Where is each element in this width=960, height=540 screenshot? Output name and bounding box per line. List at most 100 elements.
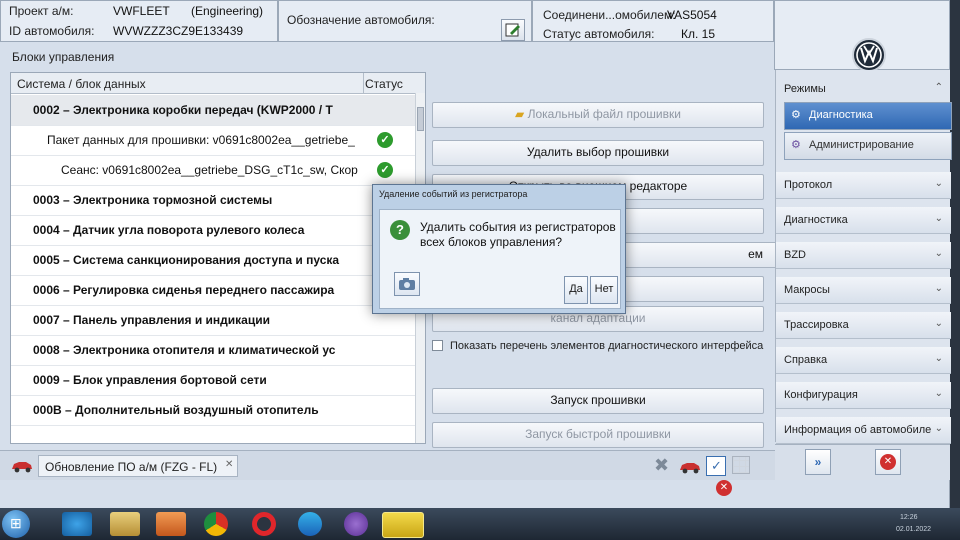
col-system-header[interactable]: Система / блок данных <box>17 77 146 91</box>
tree-row[interactable]: 0002 – Электроника коробки передач (KWP2… <box>11 95 415 126</box>
tree-row[interactable]: 0003 – Электроника тормозной системы <box>11 185 415 216</box>
folder-icon[interactable] <box>110 512 140 536</box>
tree-row[interactable]: Сеанс: v0691c8002ea__getriebe_DSG_cT1c_s… <box>11 155 415 186</box>
taskbar: ⊞ 12:26 02.01.2022 <box>0 508 960 540</box>
designation-cell: Обозначение автомобиля: <box>278 0 532 42</box>
ie-icon[interactable] <box>62 512 92 536</box>
dialog-title: Удаление событий из регистратора <box>379 189 528 199</box>
sidebar-item-vehicle-info[interactable]: Информация об автомобиле ⌄ <box>776 417 951 444</box>
sidebar-item-macros[interactable]: Макросы ⌄ <box>776 277 951 304</box>
start-flash-button[interactable]: Запуск прошивки <box>432 388 764 414</box>
tab-flash-update[interactable]: Обновление ПО а/м (FZG - FL) ✕ <box>38 455 238 477</box>
car-icon[interactable] <box>678 460 702 474</box>
diagnostics-mode-icon: ⚙ <box>791 109 801 121</box>
mode-diagnostics[interactable]: ⚙ Диагностика <box>784 102 952 130</box>
chevron-down-icon: ⌄ <box>934 318 943 329</box>
designation-label: Обозначение автомобиля: <box>287 13 435 27</box>
tree-row-text: 0009 – Блок управления бортовой сети <box>33 373 267 387</box>
opera-icon[interactable] <box>252 512 276 536</box>
chrome-icon[interactable] <box>204 512 228 536</box>
sidebar-item-bzd[interactable]: BZD ⌄ <box>776 242 951 269</box>
dialog-message: Удалить события из регистраторов всех бл… <box>420 220 616 249</box>
skype-icon[interactable] <box>344 512 368 536</box>
tree-row-text: 0006 – Регулировка сиденья переднего пас… <box>33 283 335 297</box>
chevron-down-icon: ⌄ <box>934 213 943 224</box>
show-list-checkbox[interactable] <box>432 340 443 351</box>
modes-header[interactable]: Режимы ⌃ <box>776 76 951 102</box>
sidebar-item-label: Конфигурация <box>784 389 858 401</box>
nav-buttons: » ✕ <box>775 444 950 480</box>
tree-row[interactable]: 000B – Дополнительный воздушный отопител… <box>11 395 415 426</box>
edit-designation-button[interactable] <box>501 19 525 41</box>
dialog-screenshot-button[interactable] <box>394 272 420 296</box>
sidebar-item-help[interactable]: Справка ⌄ <box>776 347 951 374</box>
close-icon: ✕ <box>880 454 896 470</box>
chevron-up-icon: ⌃ <box>934 82 943 93</box>
chevron-down-icon: ⌄ <box>934 353 943 364</box>
edit-icon <box>505 23 520 37</box>
project-value: VWFLEET <box>113 4 170 18</box>
vehicle-status-value: Кл. 15 <box>681 27 716 41</box>
media-player-icon[interactable] <box>156 512 186 536</box>
sidebar-item-label: Трассировка <box>784 319 849 331</box>
modes-label: Режимы <box>784 83 826 95</box>
tree-row[interactable]: 0005 – Система санкционирования доступа … <box>11 245 415 276</box>
local-file-button[interactable]: ▰ Локальный файл прошивки <box>432 102 764 128</box>
panel-title: Блоки управления <box>12 50 115 64</box>
sidebar-item-label: BZD <box>784 249 806 261</box>
chevron-down-icon: ⌄ <box>934 423 943 434</box>
odis-engine-icon[interactable] <box>382 512 424 538</box>
sidebar-item-protocol[interactable]: Протокол ⌄ <box>776 172 951 199</box>
sidebar-item-label: Диагностика <box>784 214 848 226</box>
control-units-tree: Система / блок данных Статус 0002 – Элек… <box>10 72 426 444</box>
tree-row-text: 0005 – Система санкционирования доступа … <box>33 253 340 267</box>
start-button[interactable]: ⊞ <box>2 510 30 538</box>
tree-row-text: 0007 – Панель управления и индикации <box>33 313 270 327</box>
status-ok-icon: ✓ <box>377 132 393 148</box>
sidebar-item-label: Информация об автомобиле <box>784 424 932 436</box>
chevron-down-icon: ⌄ <box>934 178 943 189</box>
remove-selection-button[interactable]: Удалить выбор прошивки <box>432 140 764 166</box>
connection-value: VAS5054 <box>667 8 717 22</box>
tree-row-text: Сеанс: v0691c8002ea__getriebe_DSG_cT1c_s… <box>61 163 358 177</box>
project-mode: (Engineering) <box>191 4 264 18</box>
dialog-yes-button[interactable]: Да <box>564 276 588 304</box>
show-list-label: Показать перечень элементов диагностичес… <box>450 340 764 352</box>
tools-icon[interactable]: ✖ <box>654 455 669 476</box>
vw-logo-icon <box>852 38 886 72</box>
tree-row-text: 0008 – Электроника отопителя и климатиче… <box>33 343 336 357</box>
sidebar-item-diagnostics[interactable]: Диагностика ⌄ <box>776 207 951 234</box>
vehicle-status-label: Статус автомобиля: <box>543 27 655 41</box>
tree-row[interactable]: Пакет данных для прошивки: v0691c8002ea_… <box>11 125 415 156</box>
tree-row[interactable]: 0006 – Регулировка сиденья переднего пас… <box>11 275 415 306</box>
sidebar-item-trace[interactable]: Трассировка ⌄ <box>776 312 951 339</box>
tray-date: 02.01.2022 <box>896 526 932 533</box>
tree-row[interactable]: 0009 – Блок управления бортовой сети <box>11 365 415 396</box>
connection-cell: Соединени...омобилем: VAS5054 Статус авт… <box>532 0 774 42</box>
mode-diagnostics-label: Диагностика <box>809 109 873 121</box>
mode-administration[interactable]: ⚙ Администрирование <box>784 132 952 160</box>
vin-value: WVWZZZ3CZ9E133439 <box>113 24 244 38</box>
project-label: Проект а/м: <box>9 4 74 18</box>
col-divider <box>363 73 364 93</box>
exit-button[interactable]: ✕ <box>875 449 901 475</box>
chevron-down-icon: ⌄ <box>934 283 943 294</box>
grid-icon[interactable] <box>732 456 750 474</box>
sidebar-item-configuration[interactable]: Конфигурация ⌄ <box>776 382 951 409</box>
tree-row[interactable]: 0008 – Электроника отопителя и климатиче… <box>11 335 415 366</box>
connection-label: Соединени...омобилем: <box>543 8 676 22</box>
error-icon[interactable]: ✕ <box>716 480 732 496</box>
tree-row[interactable]: 0004 – Датчик угла поворота рулевого кол… <box>11 215 415 246</box>
dialog-no-button[interactable]: Нет <box>590 276 618 304</box>
col-status-header[interactable]: Статус <box>365 77 403 91</box>
edge-icon[interactable] <box>298 512 322 536</box>
start-quick-flash-button[interactable]: Запуск быстрой прошивки <box>432 422 764 448</box>
tree-row[interactable]: 0007 – Панель управления и индикации <box>11 305 415 336</box>
folder-icon: ▰ <box>515 107 525 121</box>
delete-events-dialog: Удаление событий из регистратора ? Удали… <box>372 184 626 314</box>
checklist-icon[interactable]: ✓ <box>706 456 726 476</box>
scrollbar-thumb[interactable] <box>417 107 424 131</box>
tab-close-icon[interactable]: ✕ <box>225 459 233 470</box>
tree-row-text: 0003 – Электроника тормозной системы <box>33 193 273 207</box>
forward-icon[interactable]: » <box>805 449 831 475</box>
